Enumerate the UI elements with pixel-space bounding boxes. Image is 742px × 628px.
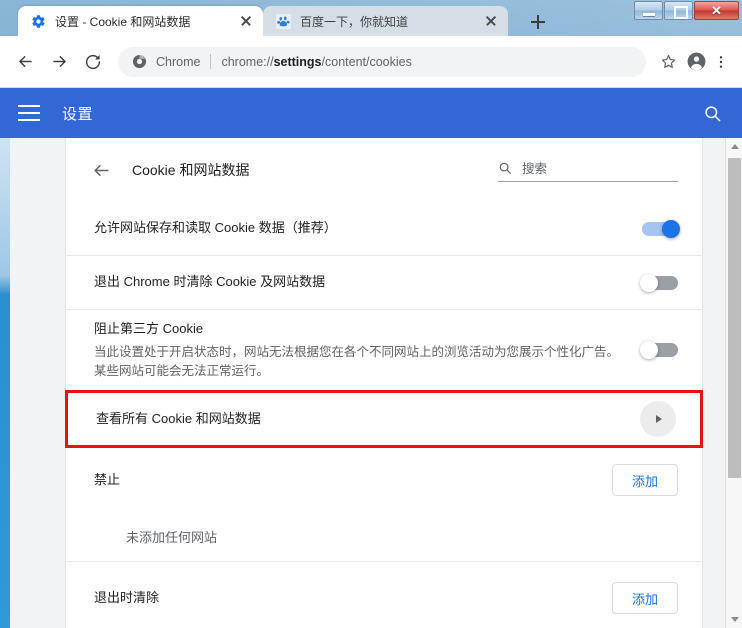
new-tab-button[interactable] xyxy=(524,10,552,34)
close-icon: ✕ xyxy=(695,2,738,19)
empty-state-text: 未添加任何网站 xyxy=(126,527,217,546)
page-header-row: Cookie 和网站数据 搜索 xyxy=(66,138,702,202)
section-block-empty: 未添加任何网站 xyxy=(66,512,702,562)
chevron-right-icon[interactable] xyxy=(640,401,676,437)
scroll-up-arrow-icon[interactable] xyxy=(726,138,742,155)
search-icon[interactable] xyxy=(700,101,724,125)
omnibox-url-text: chrome://settings/content/cookies xyxy=(221,55,411,69)
add-button-clear-on-exit[interactable]: 添加 xyxy=(612,582,678,614)
star-icon[interactable] xyxy=(654,48,682,76)
toggle-clear-on-exit[interactable] xyxy=(642,276,678,290)
section-clear-on-exit-header: 退出时清除 添加 xyxy=(66,562,702,628)
reload-icon[interactable] xyxy=(78,47,108,77)
url-bold-segment: settings xyxy=(274,55,322,69)
setting-row-block-third-party[interactable]: 阻止第三方 Cookie 当此设置处于开启状态时，网站无法根据您在各个不同网站上… xyxy=(66,310,702,390)
section-block-header: 禁止 添加 xyxy=(66,448,702,512)
section-title: 禁止 xyxy=(94,470,612,490)
chrome-logo-icon xyxy=(132,54,148,69)
toggle-allow-cookies[interactable] xyxy=(642,222,678,236)
tab-title: 百度一下，你就知道 xyxy=(300,13,476,30)
scroll-down-arrow-icon[interactable] xyxy=(726,611,742,628)
minimize-button[interactable] xyxy=(634,1,663,20)
back-arrow-icon[interactable] xyxy=(88,157,114,183)
browser-toolbar: Chrome chrome://settings/content/cookies xyxy=(0,36,742,88)
setting-label: 允许网站保存和读取 Cookie 数据（推荐） xyxy=(94,218,622,238)
add-button-block[interactable]: 添加 xyxy=(612,464,678,496)
three-dot-menu-icon[interactable] xyxy=(710,48,732,76)
setting-description: 当此设置处于开启状态时，网站无法根据您在各个不同网站上的浏览活动为您展示个性化广… xyxy=(94,343,622,382)
baidu-icon xyxy=(275,13,291,29)
window-controls: ✕ xyxy=(633,1,739,21)
vertical-scrollbar[interactable] xyxy=(725,138,742,628)
tab-title: 设置 - Cookie 和网站数据 xyxy=(55,13,231,30)
settings-page: 设置 Cookie 和网站数据 xyxy=(0,88,742,628)
setting-label: 查看所有 Cookie 和网站数据 xyxy=(96,409,640,429)
settings-top-bar: 设置 xyxy=(0,88,742,138)
back-arrow-icon[interactable] xyxy=(10,47,40,77)
browser-window: 设置 - Cookie 和网站数据 百度一下，你就知道 xyxy=(0,0,742,628)
section-title: 退出时清除 xyxy=(94,588,612,608)
gear-icon xyxy=(30,13,46,29)
search-icon xyxy=(498,161,514,175)
search-placeholder: 搜索 xyxy=(522,158,547,177)
settings-scroll-area: Cookie 和网站数据 搜索 允许网站保存和读取 Cookie 数据（推荐 xyxy=(10,138,742,628)
address-bar[interactable]: Chrome chrome://settings/content/cookies xyxy=(118,47,646,77)
settings-card: Cookie 和网站数据 搜索 允许网站保存和读取 Cookie 数据（推荐 xyxy=(65,138,703,628)
scrollbar-thumb[interactable] xyxy=(728,158,741,478)
toggle-block-third-party[interactable] xyxy=(642,343,678,357)
profile-avatar-icon[interactable] xyxy=(682,48,710,76)
search-input[interactable]: 搜索 xyxy=(498,158,678,182)
tab-close-icon[interactable] xyxy=(237,12,255,30)
tab-baidu[interactable]: 百度一下，你就知道 xyxy=(263,6,508,36)
forward-arrow-icon[interactable] xyxy=(44,47,74,77)
omnibox-divider xyxy=(210,54,211,69)
hamburger-menu-icon[interactable] xyxy=(18,105,40,121)
settings-title: 设置 xyxy=(62,103,700,124)
setting-label: 阻止第三方 Cookie xyxy=(94,321,203,336)
maximize-button[interactable] xyxy=(664,1,693,20)
page-title: Cookie 和网站数据 xyxy=(132,160,498,180)
tab-settings[interactable]: 设置 - Cookie 和网站数据 xyxy=(18,6,263,36)
desktop-left-strip xyxy=(0,138,10,628)
url-prefix: chrome:// xyxy=(221,55,273,69)
setting-row-view-all-cookies[interactable]: 查看所有 Cookie 和网站数据 xyxy=(65,390,703,448)
setting-label: 退出 Chrome 时清除 Cookie 及网站数据 xyxy=(94,272,622,292)
setting-row-clear-on-exit[interactable]: 退出 Chrome 时清除 Cookie 及网站数据 xyxy=(66,256,702,310)
url-suffix: /content/cookies xyxy=(322,55,412,69)
setting-label-group: 阻止第三方 Cookie 当此设置处于开启状态时，网站无法根据您在各个不同网站上… xyxy=(94,319,622,382)
tab-strip: 设置 - Cookie 和网站数据 百度一下，你就知道 xyxy=(0,0,742,36)
omnibox-scheme-label: Chrome xyxy=(156,55,200,69)
setting-row-allow-cookies[interactable]: 允许网站保存和读取 Cookie 数据（推荐） xyxy=(66,202,702,256)
close-button[interactable]: ✕ xyxy=(694,1,739,20)
tab-close-icon[interactable] xyxy=(482,12,500,30)
